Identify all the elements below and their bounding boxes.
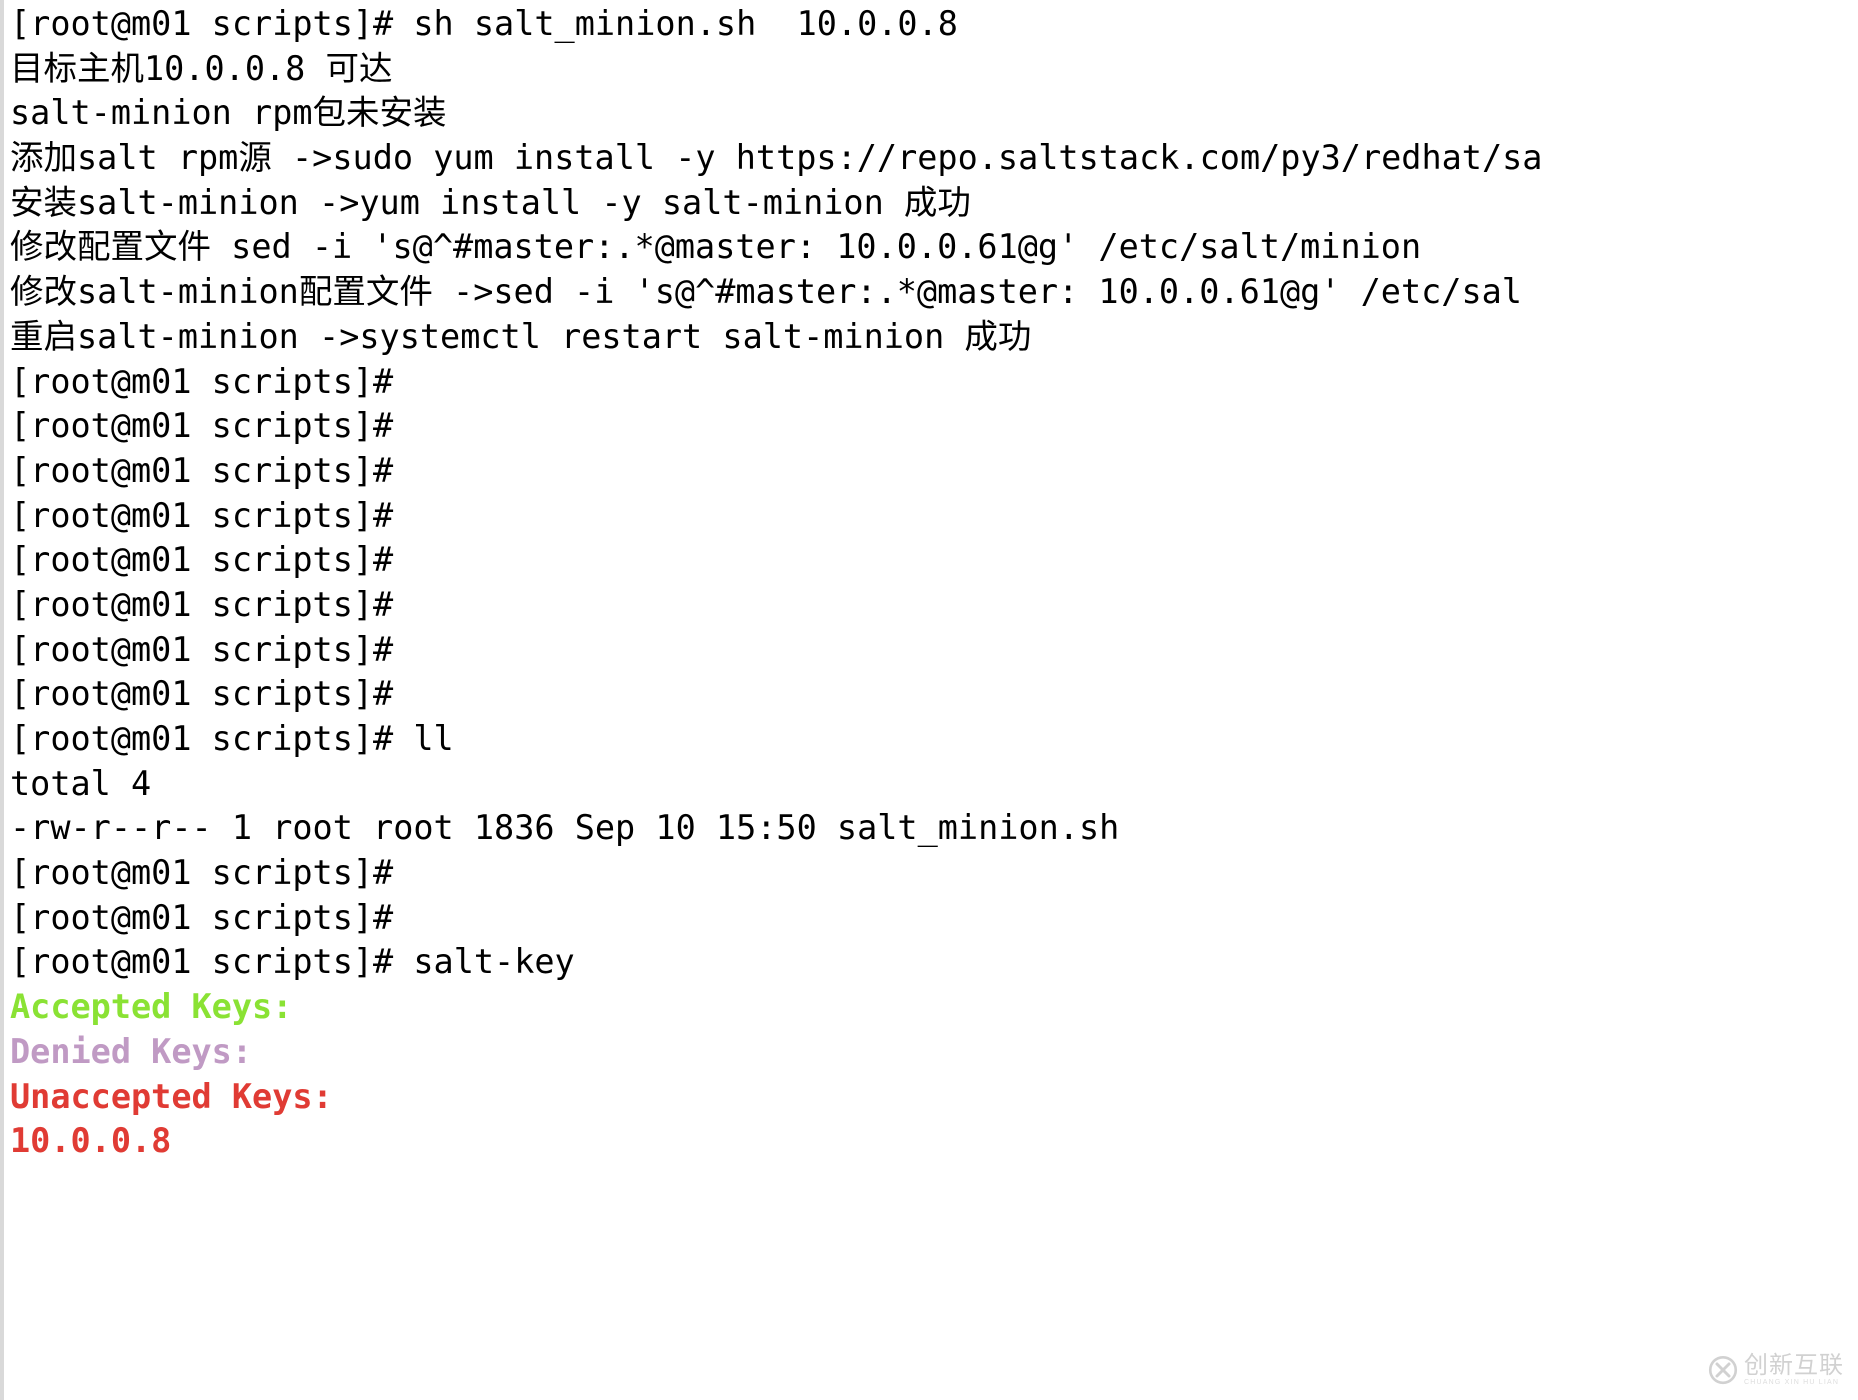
terminal-line: [root@m01 scripts]#	[10, 853, 394, 893]
terminal-line: [root@m01 scripts]#	[10, 584, 394, 624]
terminal-line: [root@m01 scripts]#	[10, 495, 394, 535]
terminal-line: 安装salt-minion ->yum install -y salt-mini…	[10, 182, 971, 222]
terminal-line: [root@m01 scripts]#	[10, 674, 394, 714]
terminal-line: 重启salt-minion ->systemctl restart salt-m…	[10, 316, 1032, 356]
terminal-output: [root@m01 scripts]# sh salt_minion.sh 10…	[10, 2, 1858, 1164]
terminal-line: [root@m01 scripts]#	[10, 629, 394, 669]
watermark-pinyin-text: CHUANG XIN HU LIAN	[1744, 1379, 1840, 1386]
circle-x-logo-icon	[1708, 1355, 1738, 1384]
terminal-line: 修改salt-minion配置文件 ->sed -i 's@^#master:.…	[10, 272, 1522, 312]
terminal-window[interactable]: [root@m01 scripts]# sh salt_minion.sh 10…	[0, 0, 1858, 1400]
terminal-line: Denied Keys:	[10, 1031, 253, 1071]
terminal-line: Unaccepted Keys:	[10, 1076, 333, 1116]
left-edge-rule	[0, 0, 4, 1400]
terminal-line: salt-minion rpm包未安装	[10, 93, 447, 133]
terminal-line: [root@m01 scripts]# sh salt_minion.sh 10…	[10, 4, 958, 43]
terminal-line: Accepted Keys:	[10, 987, 293, 1027]
terminal-line: 10.0.0.8	[10, 1121, 172, 1161]
terminal-line: [root@m01 scripts]# salt-key	[10, 942, 575, 982]
terminal-line: [root@m01 scripts]#	[10, 361, 394, 401]
terminal-line: [root@m01 scripts]#	[10, 406, 394, 446]
terminal-line: 目标主机10.0.0.8 可达	[10, 48, 393, 88]
terminal-line: 修改配置文件 sed -i 's@^#master:.*@master: 10.…	[10, 227, 1422, 267]
terminal-line: [root@m01 scripts]# ll	[10, 719, 454, 758]
terminal-line: [root@m01 scripts]#	[10, 450, 394, 490]
terminal-line: -rw-r--r-- 1 root root 1836 Sep 10 15:50…	[10, 808, 1120, 848]
watermark: 创新互联 CHUANG XIN HU LIAN	[1702, 1349, 1850, 1390]
terminal-line: 添加salt rpm源 ->sudo yum install -y https:…	[10, 138, 1543, 178]
terminal-line: [root@m01 scripts]#	[10, 897, 394, 937]
watermark-chinese-text: 创新互联	[1744, 1351, 1844, 1379]
terminal-line: [root@m01 scripts]#	[10, 540, 394, 580]
terminal-line: total 4	[10, 763, 152, 803]
